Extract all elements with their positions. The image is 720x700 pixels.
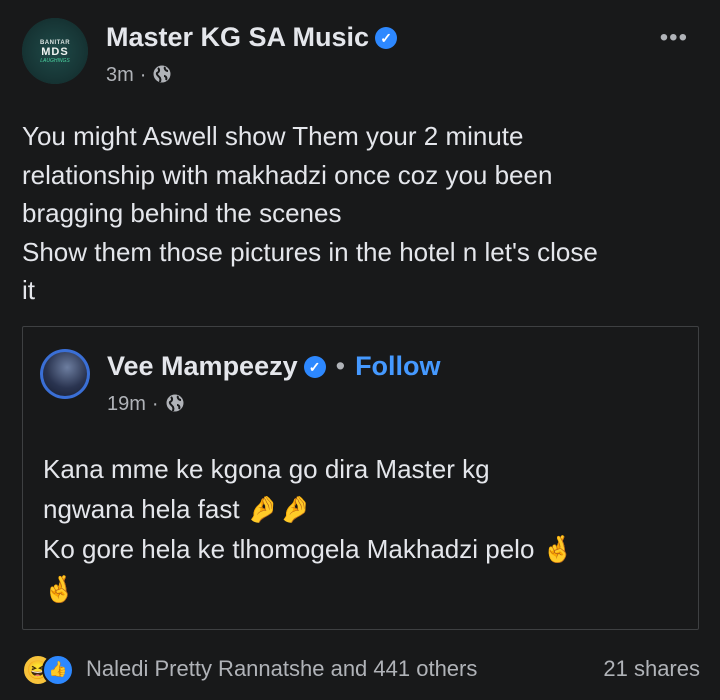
post-text-line: bragging behind the scenes [22, 198, 342, 228]
verified-badge-icon: ✓ [375, 27, 398, 49]
shared-text-line: 🤞 [43, 574, 76, 604]
reactions-summary[interactable]: Naledi Pretty Rannatshe and 441 others [86, 656, 477, 682]
shared-post-meta: 19m · [107, 393, 185, 416]
post-header: BANITAR MDS LAUGHINGS Master KG SA Music… [22, 18, 702, 94]
more-options-button[interactable]: ••• [660, 24, 688, 52]
post-footer: 😆 👍 Naledi Pretty Rannatshe and 441 othe… [22, 652, 702, 688]
post-author[interactable]: Master KG SA Music ✓ [106, 22, 398, 53]
shared-author-name[interactable]: Vee Mampeezy [107, 351, 298, 381]
shares-count[interactable]: 21 shares [603, 656, 700, 682]
follow-separator: • [335, 351, 346, 381]
meta-separator: · [139, 64, 147, 86]
post-text-line: Show them those pictures in the hotel n … [22, 236, 598, 267]
like-icon[interactable]: 👍 [42, 654, 74, 686]
avatar-logo-sub: LAUGHINGS [40, 58, 70, 64]
shared-text-line: Kana mme ke kgona go dira Master kg [43, 454, 490, 484]
globe-icon [153, 65, 171, 83]
post-text-line: You might Aswell show Them your 2 minute [22, 121, 524, 151]
meta-separator: · [151, 393, 159, 415]
avatar-logo-main: MDS [41, 46, 69, 58]
post-meta: 3m · [106, 64, 172, 87]
shared-text-line: ngwana hela fast 🤌🤌 [43, 494, 312, 524]
globe-icon [166, 394, 184, 412]
post-body: You might Aswell show Them your 2 minute… [22, 117, 712, 310]
shared-author-avatar[interactable] [40, 349, 90, 399]
post-text-line: it [22, 275, 35, 305]
verified-badge-icon: ✓ [303, 356, 326, 378]
post-text-line: relationship with makhadzi once coz you … [22, 159, 553, 190]
shared-post-body: Kana mme ke kgona go dira Master kg ngwa… [43, 449, 683, 609]
shared-post-card[interactable]: Vee Mampeezy ✓ • Follow 19m · Kana mme ke kg… [22, 326, 699, 630]
shared-post-time[interactable]: 19m [107, 393, 146, 415]
post-author-name[interactable]: Master KG SA Music [106, 22, 369, 52]
page-avatar[interactable]: BANITAR MDS LAUGHINGS [22, 18, 88, 84]
shared-post-header: Vee Mampeezy ✓ • Follow [107, 351, 441, 382]
post-time[interactable]: 3m [106, 64, 134, 86]
shared-text-line: Ko gore hela ke tlhomogela Makhadzi pelo… [43, 534, 575, 564]
follow-button[interactable]: Follow [355, 351, 440, 381]
